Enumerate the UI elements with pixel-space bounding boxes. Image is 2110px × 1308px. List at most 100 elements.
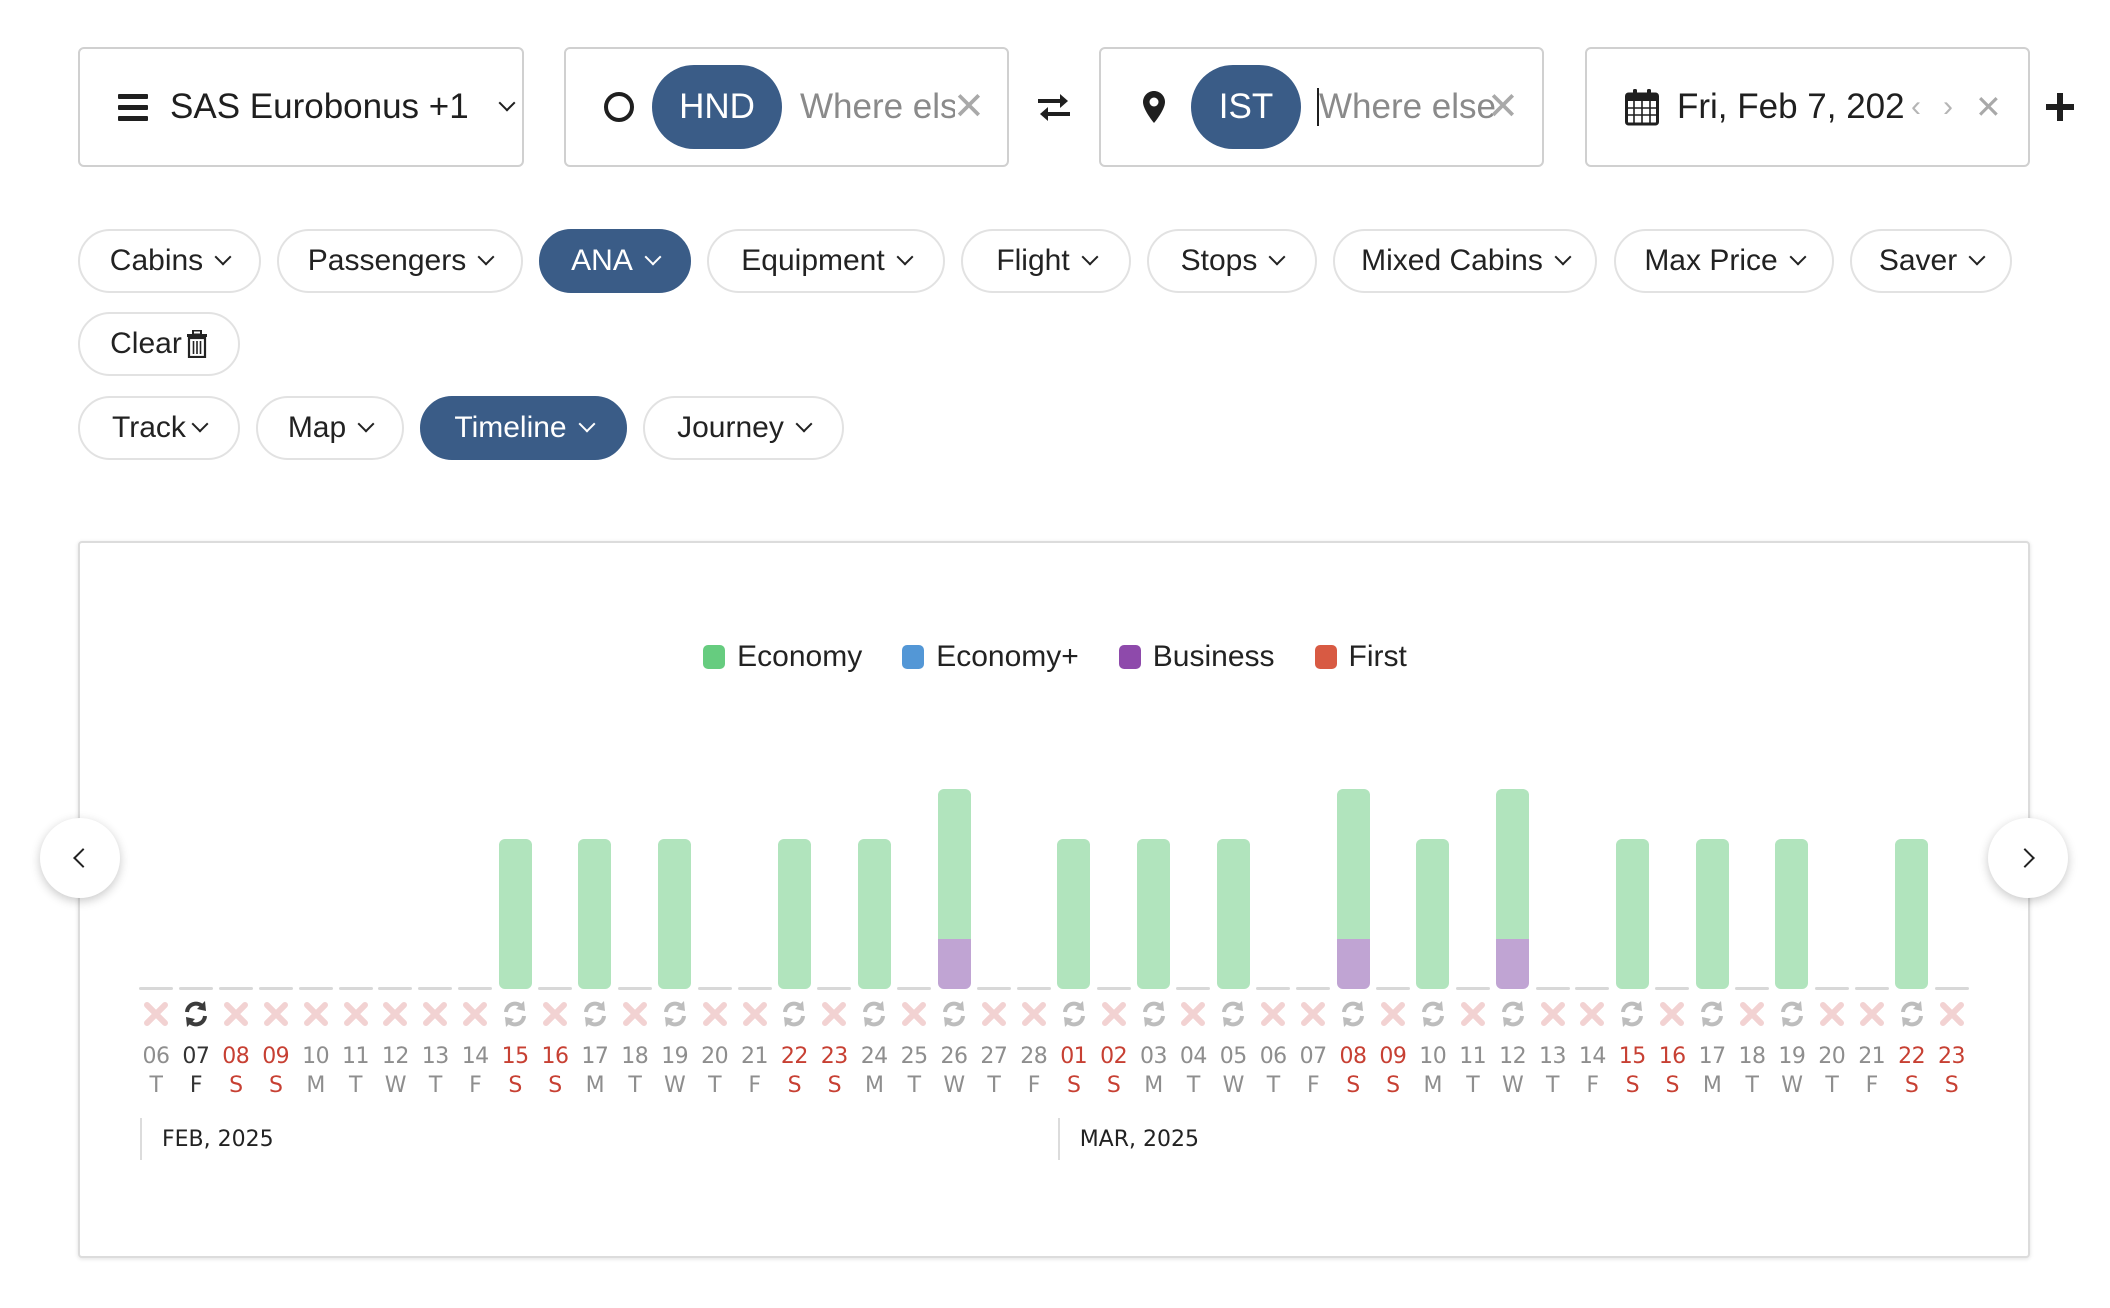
date-field[interactable]: Fri, Feb 7, 2025 ‹ › ✕ (1585, 47, 2030, 167)
origin-field[interactable]: HND Where else? ✕ (564, 47, 1009, 167)
day-number[interactable]: 19 (1772, 1044, 1812, 1069)
legend-first[interactable]: First (1314, 640, 1407, 674)
no-availability-icon[interactable] (897, 997, 931, 1031)
refresh-icon[interactable] (1216, 997, 1250, 1031)
day-number[interactable]: 02 (1094, 1044, 1134, 1069)
day-number[interactable]: 19 (655, 1044, 695, 1069)
no-availability-icon[interactable] (817, 997, 851, 1031)
refresh-icon[interactable] (658, 997, 692, 1031)
day-number[interactable]: 26 (934, 1044, 974, 1069)
clear-destination-icon[interactable]: ✕ (1487, 88, 1519, 126)
refresh-icon[interactable] (777, 997, 811, 1031)
day-number[interactable]: 10 (296, 1044, 336, 1069)
clear-date-icon[interactable]: ✕ (1975, 91, 2002, 123)
no-availability-icon[interactable] (1176, 997, 1210, 1031)
availability-bar[interactable] (1057, 839, 1091, 989)
day-number[interactable]: 21 (735, 1044, 775, 1069)
no-availability-icon[interactable] (378, 997, 412, 1031)
day-number[interactable]: 24 (854, 1044, 894, 1069)
no-availability-icon[interactable] (1296, 997, 1330, 1031)
availability-bar[interactable] (1416, 839, 1450, 989)
availability-bar[interactable] (1895, 839, 1929, 989)
day-number[interactable]: 15 (1612, 1044, 1652, 1069)
no-availability-icon[interactable] (1935, 997, 1969, 1031)
day-number[interactable]: 12 (375, 1044, 415, 1069)
no-availability-icon[interactable] (139, 997, 173, 1031)
day-number[interactable]: 11 (1453, 1044, 1493, 1069)
no-availability-icon[interactable] (738, 997, 772, 1031)
no-availability-icon[interactable] (1017, 997, 1051, 1031)
day-number[interactable]: 22 (774, 1044, 814, 1069)
availability-bar[interactable] (658, 839, 692, 989)
day-number[interactable]: 04 (1173, 1044, 1213, 1069)
swap-arrows-icon[interactable] (1036, 92, 1072, 122)
day-number[interactable]: 09 (256, 1044, 296, 1069)
day-number[interactable]: 14 (1572, 1044, 1612, 1069)
day-number[interactable]: 20 (695, 1044, 735, 1069)
legend-economy[interactable]: Economy (703, 640, 862, 674)
day-number[interactable]: 03 (1134, 1044, 1174, 1069)
no-availability-icon[interactable] (339, 997, 373, 1031)
no-availability-icon[interactable] (1376, 997, 1410, 1031)
refresh-icon[interactable] (179, 997, 213, 1031)
no-availability-icon[interactable] (299, 997, 333, 1031)
no-availability-icon[interactable] (259, 997, 293, 1031)
day-number[interactable]: 18 (615, 1044, 655, 1069)
day-number[interactable]: 10 (1413, 1044, 1453, 1069)
filter-equipment[interactable]: Equipment (707, 229, 945, 293)
availability-bar[interactable] (1336, 789, 1370, 989)
filter-saver[interactable]: Saver (1850, 229, 2012, 293)
no-availability-icon[interactable] (1735, 997, 1769, 1031)
origin-input[interactable]: Where else? (800, 87, 955, 127)
refresh-icon[interactable] (1336, 997, 1370, 1031)
refresh-icon[interactable] (578, 997, 612, 1031)
refresh-icon[interactable] (857, 997, 891, 1031)
day-number[interactable]: 17 (575, 1044, 615, 1069)
day-number[interactable]: 15 (495, 1044, 535, 1069)
clear-filters-button[interactable]: Clear (78, 312, 240, 376)
day-number[interactable]: 16 (1652, 1044, 1692, 1069)
availability-bar[interactable] (578, 839, 612, 989)
view-journey[interactable]: Journey (643, 396, 844, 460)
refresh-icon[interactable] (1496, 997, 1530, 1031)
filter-airline[interactable]: ANA (539, 229, 691, 293)
day-number[interactable]: 28 (1014, 1044, 1054, 1069)
refresh-icon[interactable] (1416, 997, 1450, 1031)
no-availability-icon[interactable] (1655, 997, 1689, 1031)
filter-cabins[interactable]: Cabins (78, 229, 261, 293)
no-availability-icon[interactable] (1575, 997, 1609, 1031)
no-availability-icon[interactable] (618, 997, 652, 1031)
refresh-icon[interactable] (1137, 997, 1171, 1031)
no-availability-icon[interactable] (1815, 997, 1849, 1031)
refresh-icon[interactable] (1895, 997, 1929, 1031)
day-number[interactable]: 27 (974, 1044, 1014, 1069)
day-number[interactable]: 09 (1373, 1044, 1413, 1069)
refresh-icon[interactable] (1775, 997, 1809, 1031)
refresh-icon[interactable] (937, 997, 971, 1031)
day-number[interactable]: 13 (415, 1044, 455, 1069)
no-availability-icon[interactable] (219, 997, 253, 1031)
no-availability-icon[interactable] (1536, 997, 1570, 1031)
availability-bar[interactable] (1615, 839, 1649, 989)
no-availability-icon[interactable] (698, 997, 732, 1031)
day-number[interactable]: 08 (216, 1044, 256, 1069)
next-date-icon[interactable]: › (1943, 90, 1953, 124)
legend-economy-plus[interactable]: Economy+ (902, 640, 1079, 674)
day-number[interactable]: 11 (336, 1044, 376, 1069)
filter-max-price[interactable]: Max Price (1614, 229, 1834, 293)
availability-bar[interactable] (1775, 839, 1809, 989)
destination-airport-chip[interactable]: IST (1191, 65, 1301, 149)
day-number[interactable]: 08 (1333, 1044, 1373, 1069)
availability-bar[interactable] (1216, 839, 1250, 989)
filter-flight[interactable]: Flight (961, 229, 1131, 293)
no-availability-icon[interactable] (538, 997, 572, 1031)
availability-bar[interactable] (1496, 789, 1530, 989)
view-timeline[interactable]: Timeline (420, 396, 627, 460)
origin-airport-chip[interactable]: HND (652, 65, 782, 149)
day-number[interactable]: 21 (1852, 1044, 1892, 1069)
no-availability-icon[interactable] (418, 997, 452, 1031)
refresh-icon[interactable] (1057, 997, 1091, 1031)
day-number[interactable]: 07 (1293, 1044, 1333, 1069)
previous-date-icon[interactable]: ‹ (1911, 90, 1921, 124)
refresh-icon[interactable] (498, 997, 532, 1031)
